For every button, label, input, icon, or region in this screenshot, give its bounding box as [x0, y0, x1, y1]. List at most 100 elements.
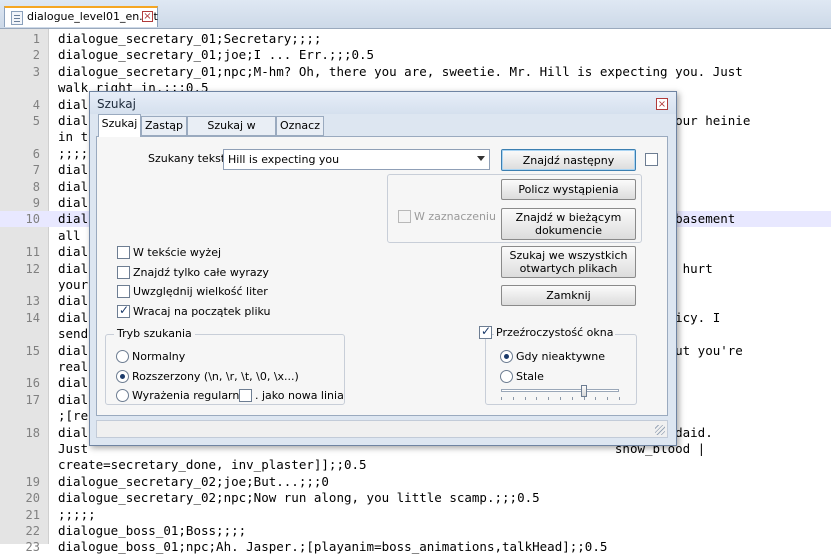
option-checkbox[interactable] [117, 265, 130, 279]
search-text-label: Szukany tekst: [148, 152, 229, 165]
code-line[interactable]: 23 dialogue_boss_01;npc;Ah. Jasper.;[play… [0, 539, 831, 555]
in-selection-label: W zaznaczeniu [414, 210, 496, 223]
line-text[interactable]: ;[re [58, 408, 88, 424]
line-number: 1 [32, 32, 40, 46]
line-text[interactable]: dial [58, 179, 88, 195]
tab-find-in-files[interactable]: Szukaj w plikach [187, 116, 276, 150]
line-text[interactable]: dialogue_secretary_01;joe;I ... Err.;;;0… [58, 47, 374, 63]
line-number: 2 [32, 48, 40, 63]
line-text[interactable]: your [58, 277, 88, 293]
line-text[interactable]: dialogue_secretary_01;Secretary;;;; [58, 31, 321, 47]
code-line[interactable]: 19 dialogue_secretary_02;joe;But...;;;0 [0, 474, 831, 490]
line-text[interactable]: in t [58, 129, 88, 145]
line-number: 6 [32, 146, 40, 161]
tab-mark[interactable]: Oznacz [276, 116, 324, 136]
dialog-title: Szukaj [97, 97, 136, 111]
line-number: 5 [32, 114, 40, 128]
line-text[interactable]: real [58, 359, 88, 375]
text-file-icon [11, 11, 23, 25]
search-input[interactable]: Hill is expecting you [223, 149, 490, 170]
close-tab-icon[interactable]: × [142, 11, 153, 22]
slider-tick [571, 397, 573, 400]
line-number: 15 [25, 343, 40, 358]
slider-tick [619, 397, 620, 400]
slider-tick [583, 397, 585, 400]
mode-normal-label: Normalny [132, 350, 186, 363]
resize-grip-icon[interactable] [655, 425, 665, 435]
mode-regex-radio[interactable] [116, 389, 129, 402]
line-number: 20 [25, 491, 40, 506]
line-text[interactable]: dialogue_secretary_02;npc;Now run along,… [58, 490, 540, 506]
line-text[interactable]: dialogue_boss_01;npc;Ah. Jasper.;[playan… [58, 539, 607, 555]
mode-normal-radio[interactable] [116, 350, 129, 363]
line-number: 9 [32, 196, 40, 210]
in-selection-checkbox[interactable] [398, 210, 411, 223]
code-line[interactable]: 22 dialogue_boss_01;Boss;;;; [0, 523, 831, 539]
find-next-button[interactable]: Znajdź następny [501, 149, 636, 171]
count-button[interactable]: Policz wystąpienia [501, 179, 636, 200]
transparency-inactive-radio[interactable] [500, 350, 513, 363]
slider-tick [548, 397, 550, 400]
dot-newline-checkbox[interactable] [239, 389, 252, 402]
dialog-title-bar[interactable]: Szukaj × [90, 92, 676, 114]
code-line[interactable]: 20 dialogue_secretary_02;npc;Now run alon… [0, 490, 831, 506]
code-line[interactable]: 1 dialogue_secretary_01;Secretary;;;; [0, 31, 831, 47]
slider-tick [501, 397, 502, 400]
dialog-close-icon[interactable]: × [656, 98, 668, 110]
option-checkbox[interactable] [117, 285, 130, 298]
code-line[interactable]: 2 dialogue_secretary_01;joe;I ... Err.;;;… [0, 47, 831, 63]
option-checkbox[interactable] [117, 246, 130, 259]
code-line[interactable]: 3 dialogue_secretary_01;npc;M-hm? Oh, the… [0, 64, 831, 80]
line-number: 12 [25, 261, 40, 276]
line-text[interactable]: dial [58, 244, 88, 260]
mode-extended-radio[interactable] [116, 370, 129, 383]
tab-search[interactable]: Szukaj [98, 114, 141, 137]
line-text[interactable]: all [58, 228, 81, 244]
tab-replace[interactable]: Zastąp [141, 116, 187, 136]
mode-extended-label: Rozszerzony (\n, \r, \t, \0, \x...) [132, 370, 299, 383]
line-text[interactable]: ;;;;; [58, 507, 96, 523]
slider-tick [607, 397, 609, 400]
close-button[interactable]: Zamknij [501, 285, 636, 306]
option-label: Znajdź tylko całe wyrazy [133, 265, 269, 279]
code-line[interactable]: 21;;;;; [0, 507, 831, 523]
slider-tick [595, 397, 597, 400]
line-text[interactable]: dial [58, 195, 88, 211]
line-text[interactable]: dialogue_secretary_01;npc;M-hm? Oh, ther… [58, 64, 743, 80]
line-number: 3 [32, 64, 40, 79]
line-text[interactable]: dial [58, 97, 88, 113]
line-text[interactable]: dial [58, 162, 88, 178]
line-text[interactable]: dial [58, 375, 88, 391]
line-text[interactable]: ;;;; [58, 146, 88, 162]
line-text[interactable]: dialogue_boss_01;Boss;;;; [58, 523, 246, 539]
mode-regex-label: Wyrażenia regularne [132, 389, 247, 402]
line-number: 21 [25, 507, 40, 522]
line-number: 16 [25, 376, 40, 391]
line-number: 11 [25, 245, 40, 260]
code-line[interactable]: create=secretary_done, inv_plaster]];;0.… [0, 457, 831, 473]
slider-tick [560, 397, 561, 400]
line-text[interactable]: dialogue_secretary_02;joe;But...;;;0 [58, 474, 329, 490]
line-number: 4 [32, 97, 40, 112]
option-label: Wracaj na początek pliku [133, 304, 271, 318]
line-number: 14 [25, 310, 40, 325]
find-next-option-checkbox[interactable] [645, 153, 658, 166]
line-text[interactable]: dial [58, 293, 88, 309]
dropdown-arrow-icon[interactable] [477, 156, 485, 161]
slider-tick [536, 397, 538, 400]
line-number: 7 [32, 163, 40, 178]
transparency-slider-thumb[interactable] [580, 385, 587, 397]
option-checkbox[interactable] [117, 303, 130, 318]
line-number: 18 [25, 425, 40, 440]
tab-bar: dialogue_level01_en.txt × [0, 0, 831, 29]
option-label: Uwzględnij wielkość liter [133, 285, 268, 298]
transparency-always-radio[interactable] [500, 370, 513, 383]
line-text[interactable]: create=secretary_done, inv_plaster]];;0.… [58, 457, 367, 473]
line-number: 22 [25, 524, 40, 538]
transparency-slider-track[interactable] [501, 389, 619, 392]
find-in-current-button[interactable]: Znajdź w bieżącym dokumencie [501, 208, 636, 240]
line-number: 10 [25, 212, 40, 227]
transparency-checkbox[interactable] [479, 324, 492, 339]
file-tab[interactable]: dialogue_level01_en.txt × [4, 6, 158, 27]
find-in-all-open-button[interactable]: Szukaj we wszystkich otwartych plikach [501, 246, 636, 278]
